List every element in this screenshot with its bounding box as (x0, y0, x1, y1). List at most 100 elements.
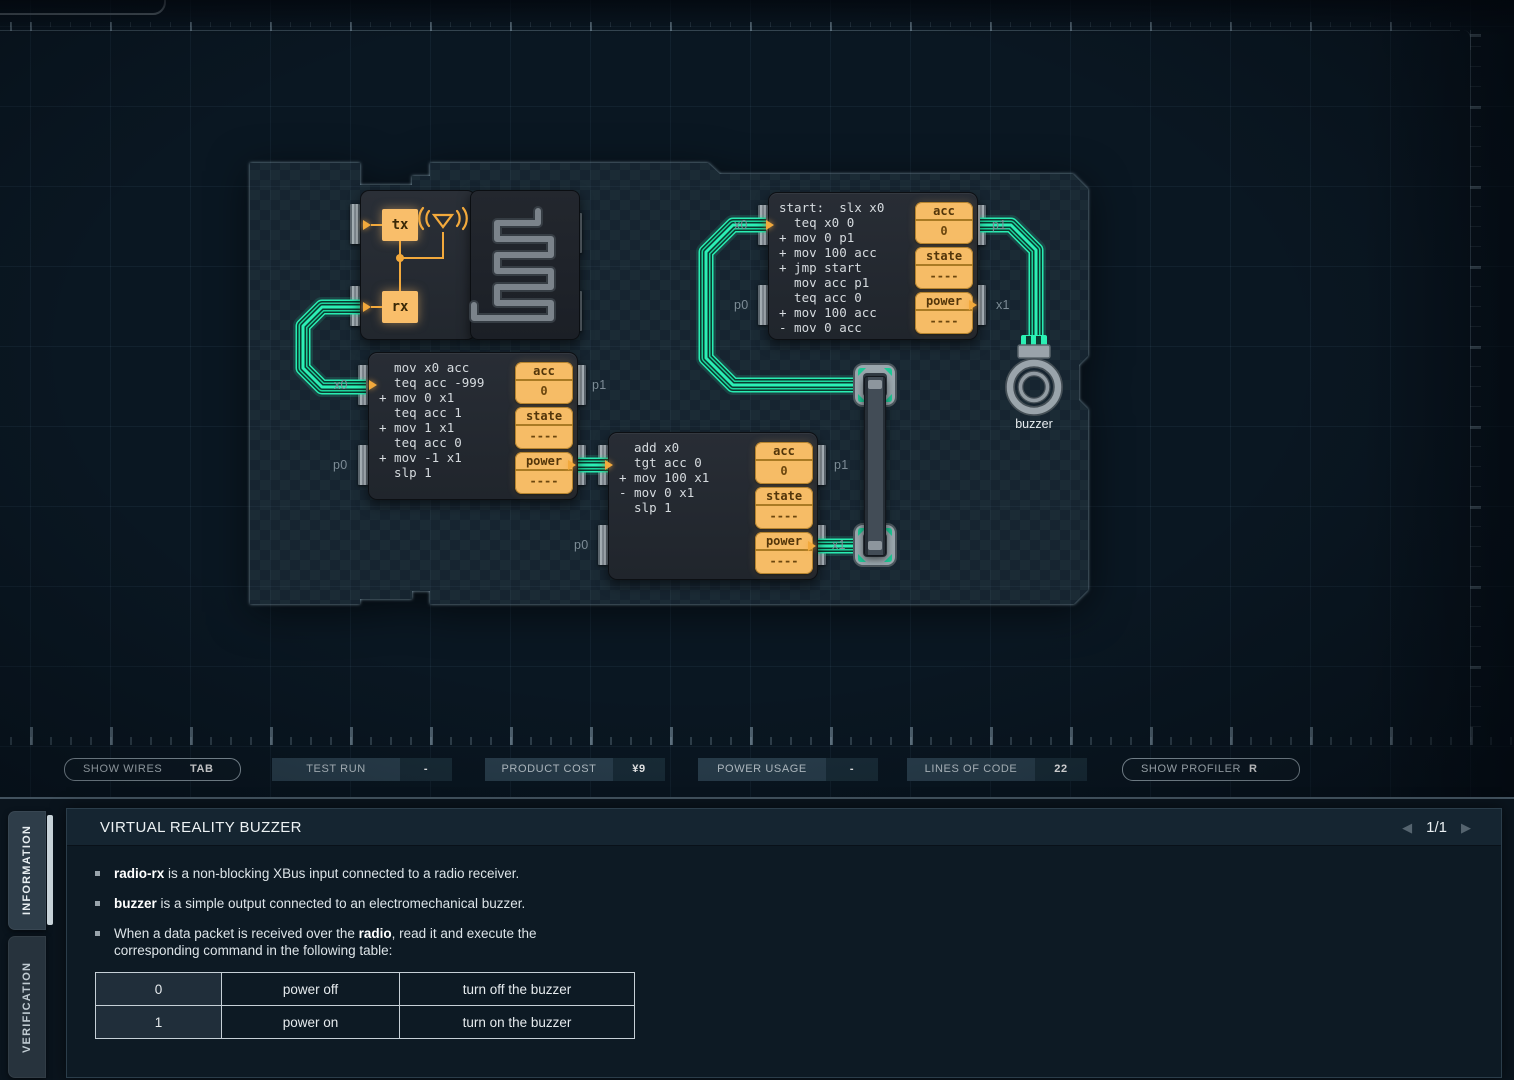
show-profiler-label: SHOW PROFILER (1123, 759, 1243, 780)
next-page-icon[interactable]: ▶ (1461, 820, 1471, 836)
signal-arrow-icon (568, 460, 576, 470)
signal-arrow-icon (369, 380, 377, 390)
power-register: power---- (755, 532, 813, 574)
pin-label: x1 (832, 538, 846, 552)
signal-arrow-icon (766, 220, 774, 230)
register-panel: acc0state----power---- (755, 442, 813, 577)
code-editor[interactable]: start: slx x0 teq x0 0+ mov 0 p1+ mov 10… (779, 200, 884, 335)
bridge-tab-top (868, 380, 882, 389)
acc-register: acc0 (755, 442, 813, 484)
bullet-icon (95, 931, 100, 936)
info-panel: INFORMATION VERIFICATION VIRTUAL REALITY… (0, 797, 1514, 1080)
signal-arrow-icon (363, 302, 371, 312)
pin-label: p1 (834, 458, 849, 472)
acc-register: acc0 (515, 362, 573, 404)
pin-label: p0 (333, 458, 348, 472)
lines-of-code-label: LINES OF CODE (907, 758, 1035, 781)
lines-of-code-stat: LINES OF CODE 22 (907, 758, 1087, 781)
pin-label: x0 (734, 218, 748, 232)
page-indicator: 1/1 (1426, 819, 1447, 836)
signal-arrow-icon (969, 300, 977, 310)
power-usage-value: - (826, 758, 878, 781)
pin-label: x1 (996, 298, 1010, 312)
connector-pin[interactable] (598, 525, 608, 565)
connector-pin[interactable] (758, 285, 768, 325)
show-profiler-button[interactable]: SHOW PROFILER R (1122, 758, 1300, 781)
acc-register: acc0 (915, 202, 973, 244)
signal-arrow-icon (808, 541, 816, 551)
register-panel: acc0state----power---- (915, 202, 973, 337)
cmd-value: 1 (96, 1006, 222, 1039)
bullet-icon (95, 871, 100, 876)
ruler-top (0, 22, 1460, 31)
connector-pin[interactable] (350, 286, 360, 326)
microcontroller-left[interactable]: mov x0 acc teq acc -999+ mov 0 x1 teq ac… (368, 352, 578, 500)
radio-tx-port: tx (382, 209, 418, 241)
bullet-buzzer: buzzer is a simple output connected to a… (95, 895, 1501, 912)
code-editor[interactable]: mov x0 acc teq acc -999+ mov 0 x1 teq ac… (379, 360, 484, 480)
cmd-description: turn on the buzzer (400, 1006, 635, 1039)
table-row: 0 power off turn off the buzzer (96, 973, 635, 1006)
signal-arrow-icon (363, 220, 371, 230)
product-cost-value: ¥9 (613, 758, 665, 781)
pin-label: p0 (574, 538, 589, 552)
power-register: power---- (515, 452, 573, 494)
microcontroller-top-right[interactable]: start: slx x0 teq x0 0+ mov 0 p1+ mov 10… (768, 192, 978, 340)
bridge-strap[interactable] (864, 376, 886, 556)
radio-delay-line[interactable] (470, 190, 580, 340)
cmd-name: power off (222, 973, 400, 1006)
radio-component[interactable] (360, 190, 476, 340)
ruler-right (1470, 30, 1481, 742)
cmd-description: turn off the buzzer (400, 973, 635, 1006)
bullet-icon (95, 901, 100, 906)
ruler-bottom-minor-ticks (0, 737, 1514, 745)
state-register: state---- (755, 487, 813, 529)
table-row: 1 power on turn on the buzzer (96, 1006, 635, 1039)
bullet-instructions: When a data packet is received over the … (95, 925, 1501, 959)
test-run-stat: TEST RUN - (272, 758, 452, 781)
pin-label: x0 (334, 378, 348, 392)
show-wires-key: TAB (184, 759, 240, 780)
pin-label: p0 (734, 298, 749, 312)
radio-rx-port: rx (382, 291, 418, 323)
lines-of-code-value: 22 (1035, 758, 1087, 781)
active-tab-indicator (47, 815, 53, 925)
connector-pin[interactable] (350, 204, 360, 244)
cmd-name: power on (222, 1006, 400, 1039)
bullet-radio-rx: radio-rx is a non-blocking XBus input co… (95, 865, 1501, 882)
connector-pin[interactable] (358, 365, 368, 405)
tab-verification[interactable]: VERIFICATION (8, 936, 46, 1078)
power-usage-label: POWER USAGE (698, 758, 826, 781)
puzzle-title: VIRTUAL REALITY BUZZER (100, 809, 302, 846)
prev-page-icon[interactable]: ◀ (1402, 820, 1412, 836)
power-usage-stat: POWER USAGE - (698, 758, 878, 781)
pager: ◀ 1/1 ▶ (1402, 809, 1471, 846)
code-editor[interactable]: add x0 tgt acc 0+ mov 100 x1- mov 0 x1 s… (619, 440, 709, 515)
pin-label: p1 (592, 378, 607, 392)
test-run-label: TEST RUN (272, 758, 400, 781)
connector-pin[interactable] (358, 445, 368, 485)
state-register: state---- (915, 247, 973, 289)
command-table: 0 power off turn off the buzzer 1 power … (95, 972, 635, 1039)
offscreen-button-edge (0, 0, 166, 15)
shenzhen-io-window: tx rx mov x0 acc te (0, 0, 1514, 1080)
show-wires-button[interactable]: SHOW WIRES TAB (64, 758, 241, 781)
cmd-value: 0 (96, 973, 222, 1006)
circuit-canvas[interactable]: tx rx mov x0 acc te (0, 0, 1514, 797)
test-run-value: - (400, 758, 452, 781)
product-cost-label: PRODUCT COST (485, 758, 613, 781)
show-profiler-key: R (1243, 759, 1299, 780)
microcontroller-middle[interactable]: add x0 tgt acc 0+ mov 100 x1- mov 0 x1 s… (608, 432, 818, 580)
power-register: power---- (915, 292, 973, 334)
register-panel: acc0state----power---- (515, 362, 573, 497)
information-card: VIRTUAL REALITY BUZZER ◀ 1/1 ▶ radio-rx … (66, 808, 1502, 1078)
tab-information[interactable]: INFORMATION (8, 811, 46, 930)
product-cost-stat: PRODUCT COST ¥9 (485, 758, 665, 781)
tab-information-label: INFORMATION (8, 811, 46, 930)
signal-arrow-icon (605, 460, 613, 470)
card-header: VIRTUAL REALITY BUZZER ◀ 1/1 ▶ (67, 809, 1501, 846)
buzzer-label: buzzer (1004, 417, 1064, 431)
card-body: radio-rx is a non-blocking XBus input co… (67, 846, 1501, 1039)
bridge-tab-bottom (868, 541, 882, 550)
ruler-corner (1440, 30, 1471, 50)
